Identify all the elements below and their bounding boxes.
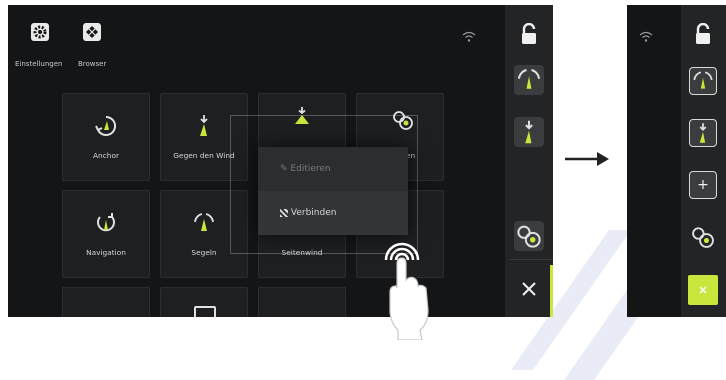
close-button[interactable] bbox=[688, 275, 718, 305]
sidebar bbox=[505, 5, 553, 317]
navigation-icon bbox=[97, 213, 115, 232]
menu-item-connect-label: Verbinden bbox=[290, 208, 337, 218]
add-button[interactable]: + bbox=[689, 171, 717, 199]
sailing-icon bbox=[194, 213, 214, 231]
browser-button[interactable] bbox=[83, 23, 101, 41]
tile-icon bbox=[194, 306, 216, 317]
main-screen: Einstellungen Browser Anchor Gegen den W… bbox=[8, 5, 553, 317]
second-screen: + bbox=[627, 5, 726, 317]
sidebar bbox=[681, 5, 726, 317]
lock-icon[interactable] bbox=[519, 23, 539, 45]
sidebar-item-sailing[interactable] bbox=[689, 67, 717, 95]
context-menu: ✎ Editieren Verbinden bbox=[258, 147, 408, 235]
browser-label: Browser bbox=[78, 60, 107, 68]
touch-gesture-icon bbox=[384, 242, 429, 340]
tile-row3[interactable] bbox=[258, 287, 346, 317]
close-icon[interactable] bbox=[521, 281, 537, 297]
arrow-right-icon bbox=[565, 152, 609, 166]
sailing-icon bbox=[693, 71, 713, 89]
sidebar-divider bbox=[509, 259, 553, 260]
sailing-icon bbox=[518, 69, 540, 89]
active-indicator bbox=[550, 265, 553, 317]
connect-icon bbox=[280, 208, 288, 217]
sidebar-item-engines[interactable] bbox=[514, 221, 544, 251]
anchor-icon bbox=[95, 115, 117, 136]
tile-row3[interactable] bbox=[62, 287, 150, 317]
gear-icon bbox=[33, 25, 47, 39]
menu-item-edit[interactable]: ✎ Editieren bbox=[258, 147, 408, 191]
engines-icon bbox=[692, 227, 714, 248]
lock-icon[interactable] bbox=[693, 23, 713, 45]
menu-item-connect[interactable]: Verbinden bbox=[258, 191, 408, 235]
menu-item-edit-label: Editieren bbox=[290, 164, 331, 174]
upwind-icon bbox=[525, 120, 533, 144]
tile-navigation[interactable]: Navigation bbox=[62, 190, 150, 278]
settings-button[interactable] bbox=[31, 23, 49, 41]
settings-label: Einstellungen bbox=[15, 60, 63, 68]
sidebar-item-upwind[interactable] bbox=[514, 117, 544, 147]
close-icon bbox=[699, 286, 707, 294]
tile-label: Anchor bbox=[92, 151, 120, 160]
sidebar-item-sailing[interactable] bbox=[514, 65, 544, 95]
sidebar-item-engines[interactable] bbox=[689, 223, 717, 251]
sidebar-item-upwind[interactable] bbox=[689, 119, 717, 147]
wifi-icon bbox=[462, 31, 476, 42]
tile-label: Navigation bbox=[86, 248, 126, 257]
add-icon: + bbox=[697, 177, 709, 193]
upwind-icon bbox=[200, 115, 208, 136]
tile-anchor[interactable]: Anchor bbox=[62, 93, 150, 181]
pencil-icon: ✎ bbox=[280, 164, 288, 174]
engines-icon bbox=[517, 225, 541, 248]
browser-icon bbox=[86, 26, 98, 38]
wifi-icon bbox=[639, 31, 653, 42]
tile-row3[interactable] bbox=[160, 287, 248, 317]
upwind-icon bbox=[699, 123, 707, 143]
